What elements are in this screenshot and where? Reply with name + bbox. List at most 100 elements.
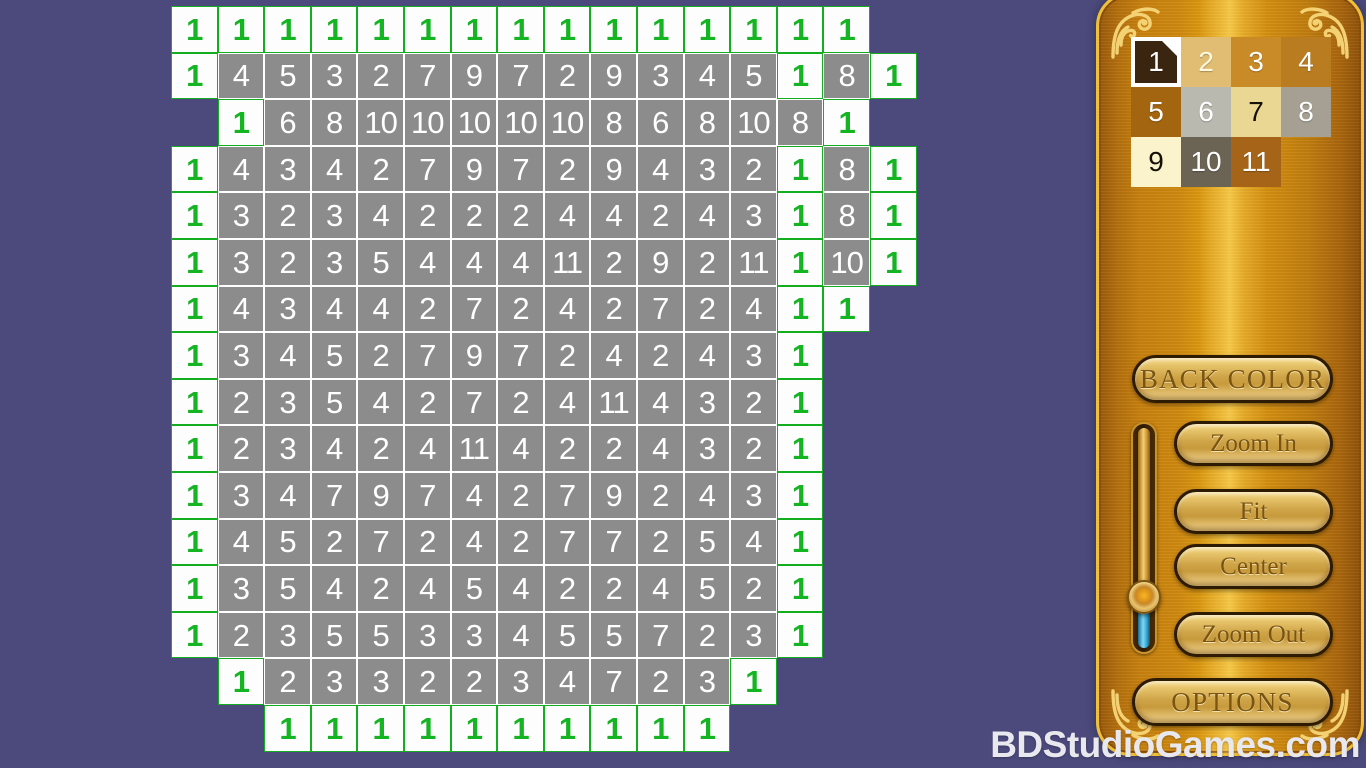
grid-cell[interactable]: 4 bbox=[636, 378, 684, 426]
grid-cell[interactable]: 7 bbox=[636, 285, 684, 333]
grid-cell[interactable]: 9 bbox=[450, 332, 498, 379]
grid-cell[interactable]: 2 bbox=[543, 565, 591, 612]
grid-cell[interactable]: 1 bbox=[869, 52, 917, 100]
grid-cell[interactable]: 3 bbox=[310, 658, 358, 705]
grid-cell[interactable]: 3 bbox=[403, 611, 451, 659]
grid-cell[interactable]: 2 bbox=[497, 518, 544, 566]
grid-cell[interactable]: 3 bbox=[730, 611, 777, 659]
grid-cell[interactable]: 1 bbox=[171, 611, 218, 659]
grid-cell[interactable]: 4 bbox=[310, 565, 358, 612]
grid-cell[interactable]: 2 bbox=[730, 425, 777, 472]
grid-cell[interactable]: 1 bbox=[171, 471, 218, 519]
grid-cell[interactable]: 1 bbox=[497, 704, 544, 752]
grid-cell[interactable]: 1 bbox=[776, 52, 824, 100]
grid-cell[interactable]: 2 bbox=[590, 565, 637, 612]
grid-cell[interactable]: 1 bbox=[357, 704, 404, 752]
grid-cell[interactable]: 2 bbox=[683, 611, 731, 659]
grid-cell[interactable]: 4 bbox=[403, 425, 451, 472]
grid-cell[interactable]: 4 bbox=[450, 471, 498, 519]
palette-swatch-8[interactable]: 8 bbox=[1281, 87, 1331, 137]
grid-cell[interactable]: 1 bbox=[543, 6, 591, 53]
grid-cell[interactable]: 11 bbox=[450, 425, 498, 472]
grid-cell[interactable]: 3 bbox=[357, 658, 404, 705]
grid-cell[interactable]: 9 bbox=[590, 52, 637, 100]
grid-cell[interactable]: 3 bbox=[310, 238, 358, 286]
grid-cell[interactable]: 4 bbox=[590, 192, 637, 239]
grid-cell[interactable]: 10 bbox=[823, 238, 870, 286]
grid-cell[interactable]: 4 bbox=[450, 518, 498, 566]
back-color-button[interactable]: BACK COLOR bbox=[1132, 355, 1333, 403]
grid-cell[interactable]: 1 bbox=[730, 658, 777, 705]
grid-cell[interactable]: 4 bbox=[497, 238, 544, 286]
grid-cell[interactable]: 2 bbox=[357, 332, 404, 379]
grid-cell[interactable]: 2 bbox=[357, 52, 404, 100]
grid-cell[interactable]: 9 bbox=[357, 471, 404, 519]
grid-cell[interactable]: 1 bbox=[171, 192, 218, 239]
grid-cell[interactable]: 5 bbox=[264, 52, 311, 100]
grid-cell[interactable]: 3 bbox=[450, 611, 498, 659]
palette-swatch-4[interactable]: 4 bbox=[1281, 37, 1331, 87]
grid-cell[interactable]: 2 bbox=[403, 285, 451, 333]
grid-cell[interactable]: 1 bbox=[776, 6, 824, 53]
grid-cell[interactable]: 4 bbox=[497, 611, 544, 659]
palette-swatch-10[interactable]: 10 bbox=[1181, 137, 1231, 187]
grid-cell[interactable]: 11 bbox=[590, 378, 637, 426]
grid-cell[interactable]: 1 bbox=[217, 99, 265, 146]
grid-cell[interactable]: 2 bbox=[357, 565, 404, 612]
grid-cell[interactable]: 10 bbox=[403, 99, 451, 146]
grid-cell[interactable]: 1 bbox=[776, 378, 824, 426]
grid-cell[interactable]: 1 bbox=[776, 565, 824, 612]
palette-swatch-2[interactable]: 2 bbox=[1181, 37, 1231, 87]
grid-cell[interactable]: 1 bbox=[264, 704, 311, 752]
palette-swatch-6[interactable]: 6 bbox=[1181, 87, 1231, 137]
grid-cell[interactable]: 7 bbox=[590, 518, 637, 566]
color-palette[interactable]: 1 2 3 4 5 6 7 8 9 10 11 bbox=[1131, 37, 1331, 187]
grid-cell[interactable]: 1 bbox=[171, 332, 218, 379]
grid-cell[interactable]: 4 bbox=[590, 332, 637, 379]
grid-cell[interactable]: 5 bbox=[450, 565, 498, 612]
grid-cell[interactable]: 2 bbox=[264, 192, 311, 239]
grid-cell[interactable]: 1 bbox=[264, 6, 311, 53]
grid-cell[interactable]: 4 bbox=[543, 658, 591, 705]
grid-cell[interactable]: 1 bbox=[823, 285, 870, 333]
grid-cell[interactable]: 9 bbox=[636, 238, 684, 286]
grid-cell[interactable]: 2 bbox=[636, 192, 684, 239]
grid-cell[interactable]: 1 bbox=[310, 6, 358, 53]
grid-cell[interactable]: 9 bbox=[590, 471, 637, 519]
grid-cell[interactable]: 2 bbox=[403, 192, 451, 239]
center-button[interactable]: Center bbox=[1174, 544, 1333, 589]
grid-cell[interactable]: 1 bbox=[543, 704, 591, 752]
grid-cell[interactable]: 2 bbox=[357, 145, 404, 193]
grid-cell[interactable]: 5 bbox=[310, 378, 358, 426]
grid-cell[interactable]: 1 bbox=[217, 658, 265, 705]
zoom-slider[interactable] bbox=[1127, 422, 1161, 654]
fit-button[interactable]: Fit bbox=[1174, 489, 1333, 534]
grid-cell[interactable]: 4 bbox=[217, 518, 265, 566]
grid-cell[interactable]: 1 bbox=[450, 6, 498, 53]
grid-cell[interactable]: 4 bbox=[310, 425, 358, 472]
grid-cell[interactable]: 1 bbox=[823, 6, 870, 53]
grid-cell[interactable]: 2 bbox=[497, 192, 544, 239]
grid-cell[interactable]: 7 bbox=[403, 145, 451, 193]
grid-cell[interactable]: 9 bbox=[590, 145, 637, 193]
grid-cell[interactable]: 2 bbox=[497, 378, 544, 426]
grid-cell[interactable]: 1 bbox=[823, 99, 870, 146]
grid-cell[interactable]: 1 bbox=[776, 332, 824, 379]
grid-cell[interactable]: 2 bbox=[217, 425, 265, 472]
grid-cell[interactable]: 4 bbox=[683, 52, 731, 100]
grid-cell[interactable]: 1 bbox=[683, 6, 731, 53]
grid-cell[interactable]: 7 bbox=[403, 332, 451, 379]
grid-cell[interactable]: 3 bbox=[217, 332, 265, 379]
grid-cell[interactable]: 7 bbox=[403, 471, 451, 519]
grid-cell[interactable]: 3 bbox=[730, 332, 777, 379]
grid-cell[interactable]: 1 bbox=[869, 238, 917, 286]
grid-cell[interactable]: 5 bbox=[683, 565, 731, 612]
grid-cell[interactable]: 4 bbox=[217, 52, 265, 100]
grid-cell[interactable]: 3 bbox=[730, 471, 777, 519]
grid-cell[interactable]: 1 bbox=[730, 6, 777, 53]
grid-cell[interactable]: 4 bbox=[730, 285, 777, 333]
grid-cell[interactable]: 1 bbox=[403, 6, 451, 53]
palette-swatch-5[interactable]: 5 bbox=[1131, 87, 1181, 137]
grid-cell[interactable]: 2 bbox=[497, 285, 544, 333]
grid-cell[interactable]: 1 bbox=[171, 238, 218, 286]
